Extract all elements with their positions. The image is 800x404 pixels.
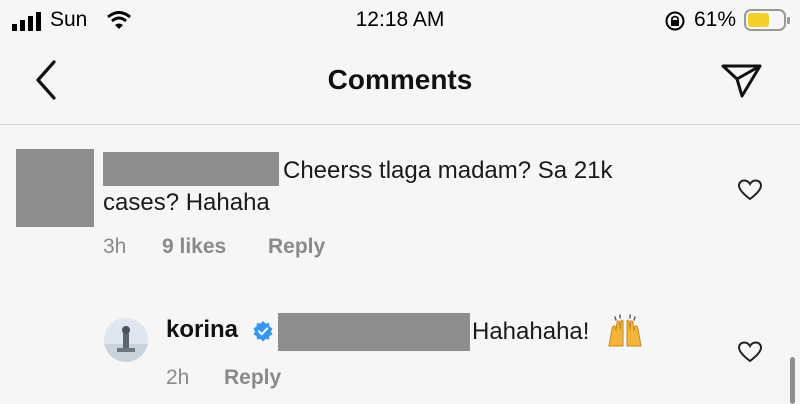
comment-time: 2h — [166, 366, 190, 389]
send-icon[interactable] — [720, 60, 764, 100]
heart-icon[interactable] — [737, 178, 763, 202]
reply-button[interactable]: Reply — [224, 367, 281, 388]
orientation-lock-icon — [665, 11, 685, 31]
header: Comments — [0, 44, 800, 124]
username-redacted[interactable] — [103, 152, 279, 186]
comment-text: Hahahaha! — [472, 318, 590, 345]
scrollbar[interactable] — [790, 357, 795, 404]
avatar-photo — [104, 326, 148, 362]
comment-time: 3h — [103, 235, 127, 258]
battery-icon — [744, 9, 790, 31]
reply-button[interactable]: Reply — [268, 236, 325, 257]
heart-icon[interactable] — [737, 340, 763, 364]
header-divider — [0, 124, 800, 125]
mention-redacted — [278, 313, 470, 351]
username[interactable]: korina — [166, 316, 238, 344]
verified-badge-icon — [253, 321, 273, 342]
avatar[interactable] — [104, 318, 148, 362]
page-title: Comments — [327, 64, 473, 95]
likes-count[interactable]: 9 likes — [162, 236, 226, 257]
raising-hands-emoji-icon — [608, 314, 642, 347]
comment-text: Cheerss tlaga madam? Sa 21k — [283, 157, 613, 184]
avatar-redacted[interactable] — [16, 149, 94, 227]
comment-text-continued: cases? Hahaha — [103, 189, 270, 216]
battery-percent: 61% — [694, 8, 737, 31]
status-bar: Sun 12:18 AM 61% — [0, 0, 800, 44]
